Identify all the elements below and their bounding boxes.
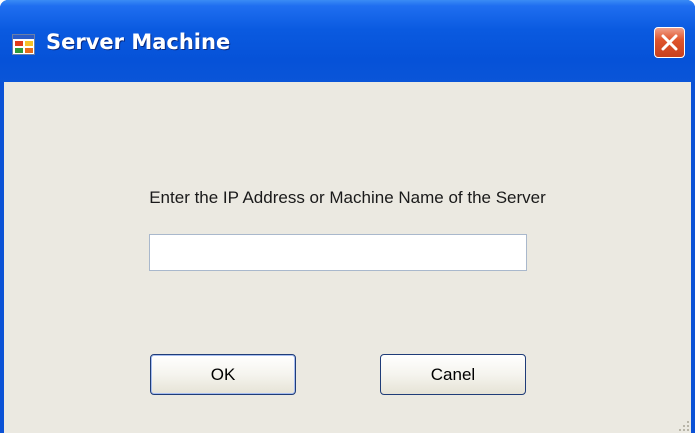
- ok-button[interactable]: OK: [150, 354, 296, 395]
- window-title: Server Machine: [46, 30, 231, 54]
- dialog-window: Server Machine Enter the IP Address or M…: [0, 0, 695, 433]
- prompt-label: Enter the IP Address or Machine Name of …: [149, 188, 546, 207]
- close-button[interactable]: [654, 27, 685, 58]
- cancel-button[interactable]: Canel: [380, 354, 526, 395]
- title-bar[interactable]: Server Machine: [0, 0, 695, 82]
- app-window-icon[interactable]: [12, 34, 35, 55]
- server-address-input[interactable]: [149, 234, 527, 271]
- resize-grip-icon[interactable]: [677, 419, 689, 431]
- dialog-body: Enter the IP Address or Machine Name of …: [4, 82, 691, 433]
- close-icon: [661, 34, 678, 51]
